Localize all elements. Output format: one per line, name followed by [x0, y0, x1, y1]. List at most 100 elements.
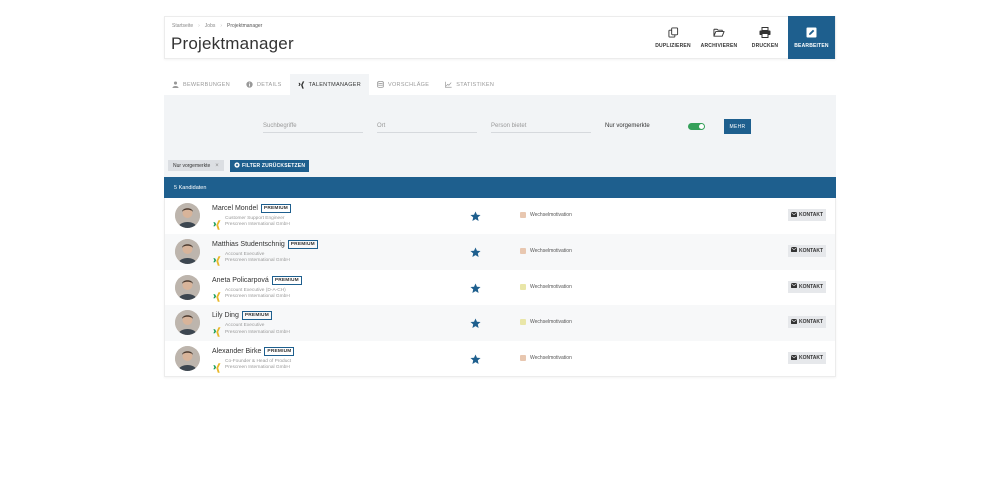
tab-vorschlaege[interactable]: VORSCHLÄGE	[369, 74, 437, 95]
candidate-name[interactable]: Lily Ding	[212, 312, 239, 319]
envelope-icon	[790, 247, 797, 254]
tab-label: STATISTIKEN	[456, 81, 495, 88]
candidate-company: Prescreen International GmbH	[225, 365, 290, 371]
print-label: DRUCKEN	[751, 42, 779, 49]
envelope-icon	[790, 318, 797, 326]
contact-label: KONTAKT	[798, 247, 824, 254]
printer-icon	[759, 27, 771, 39]
xing-logo-icon	[213, 289, 221, 302]
candidate-name-line: Marcel Mondel PREMIUM	[212, 204, 291, 213]
duplicate-button[interactable]: DUPLIZIEREN	[650, 16, 696, 59]
edit-button[interactable]: BEARBEITEN	[788, 16, 835, 59]
candidate-row[interactable]: Matthias Studentschnig PREMIUM Account E…	[165, 233, 835, 270]
candidate-name[interactable]: Matthias Studentschnig	[212, 241, 285, 248]
motivation-label: Wechselmotivation	[530, 283, 572, 290]
xing-logo-icon	[213, 360, 221, 373]
motivation-indicator: Wechselmotivation	[520, 212, 572, 218]
database-icon	[377, 81, 384, 88]
candidate-name[interactable]: Marcel Mondel	[212, 205, 258, 212]
premium-badge: PREMIUM	[287, 239, 318, 249]
breadcrumb-home[interactable]: Startseite	[172, 23, 193, 29]
avatar[interactable]	[175, 346, 200, 372]
tab-label: VORSCHLÄGE	[388, 81, 430, 88]
candidate-company: Prescreen International GmbH	[225, 293, 290, 299]
candidate-row[interactable]: Alexander Birke PREMIUM Co-Founder & Hea…	[165, 341, 835, 377]
archive-label: ARCHIVIEREN	[700, 42, 738, 49]
motivation-square-icon	[520, 355, 526, 362]
tab-statistiken[interactable]: STATISTIKEN	[437, 74, 502, 95]
candidate-meta: Customer Support Engineer Prescreen Inte…	[225, 216, 290, 229]
premium-badge: PREMIUM	[271, 275, 302, 285]
contact-label: KONTAKT	[798, 319, 824, 326]
edit-label: BEARBEITEN	[794, 42, 829, 49]
motivation-square-icon	[520, 212, 526, 218]
motivation-square-icon	[520, 247, 526, 254]
candidate-name-line: Matthias Studentschnig PREMIUM	[212, 239, 318, 249]
candidate-meta: Account Executive Prescreen Internationa…	[225, 252, 290, 265]
contact-label: KONTAKT	[798, 212, 824, 218]
breadcrumb-separator: ›	[198, 23, 200, 29]
candidate-name[interactable]: Aneta Policarpová	[212, 277, 269, 284]
candidate-position: Account Executive (D-A-CH)	[225, 287, 286, 293]
envelope-icon	[790, 354, 797, 362]
chip-remove-icon[interactable]: ×	[215, 163, 219, 169]
breadcrumb-jobs[interactable]: Jobs	[205, 23, 216, 29]
candidate-meta: Account Executive (D-A-CH) Prescreen Int…	[225, 288, 290, 301]
candidate-name[interactable]: Alexander Birke	[212, 348, 261, 355]
envelope-icon	[790, 283, 797, 290]
candidate-name-line: Lily Ding PREMIUM	[212, 311, 272, 321]
avatar[interactable]	[175, 203, 200, 228]
contact-button[interactable]: KONTAKT	[788, 316, 826, 329]
contact-button[interactable]: KONTAKT	[788, 280, 826, 293]
reset-filters-button[interactable]: FILTER ZURÜCKSETZEN	[230, 160, 310, 172]
duplicate-label: DUPLIZIEREN	[655, 42, 691, 49]
premium-badge: PREMIUM	[260, 204, 291, 213]
candidate-row[interactable]: Lily Ding PREMIUM Account Executive Pres…	[165, 305, 835, 342]
person-input[interactable]: Person bietet	[491, 122, 591, 133]
active-filter-chip: Nur vorgemerkte ×	[168, 160, 224, 171]
candidate-meta: Co-Founder & Head of Product Prescreen I…	[225, 359, 291, 372]
contact-label: KONTAKT	[798, 283, 824, 290]
candidate-company: Prescreen International GmbH	[225, 329, 290, 335]
candidate-row[interactable]: Marcel Mondel PREMIUM Customer Support E…	[165, 198, 835, 234]
bookmark-star-icon[interactable]	[470, 281, 481, 293]
print-button[interactable]: DRUCKEN	[742, 16, 788, 59]
reset-icon	[234, 162, 240, 170]
contact-button[interactable]: KONTAKT	[788, 209, 826, 221]
bookmarked-toggle-label: Nur vorgemerkte	[605, 123, 650, 129]
candidate-row[interactable]: Aneta Policarpová PREMIUM Account Execut…	[165, 270, 835, 306]
xing-logo-icon	[213, 253, 221, 266]
avatar[interactable]	[175, 238, 200, 264]
avatar[interactable]	[175, 274, 200, 300]
contact-button[interactable]: KONTAKT	[788, 244, 826, 257]
motivation-indicator: Wechselmotivation	[520, 319, 572, 326]
candidate-name-line: Aneta Policarpová PREMIUM	[212, 275, 302, 285]
archive-button[interactable]: ARCHIVIEREN	[696, 16, 742, 59]
tab-talentmanager[interactable]: TALENTMANAGER	[289, 74, 370, 95]
tab-bar: BEWERBUNGEN DETAILS TALENTMANAGER VORSCH…	[164, 74, 836, 95]
tab-label: DETAILS	[257, 81, 282, 88]
folder-open-icon	[713, 27, 725, 39]
candidate-list: Marcel Mondel PREMIUM Customer Support E…	[164, 198, 836, 377]
more-filters-button[interactable]: MEHR	[724, 119, 751, 134]
candidate-company: Prescreen International GmbH	[225, 258, 290, 264]
bookmark-star-icon[interactable]	[470, 316, 481, 329]
bookmark-star-icon[interactable]	[470, 209, 481, 221]
chip-label: Nur vorgemerkte	[173, 162, 211, 169]
avatar[interactable]	[175, 310, 200, 336]
location-input[interactable]: Ort	[377, 122, 477, 133]
results-count-bar: 5 Kandidaten	[164, 177, 836, 198]
bookmark-star-icon[interactable]	[470, 245, 481, 257]
candidate-company: Prescreen International GmbH	[225, 222, 290, 228]
premium-badge: PREMIUM	[264, 347, 295, 357]
search-input[interactable]: Suchbegriffe	[263, 122, 363, 133]
breadcrumb-separator: ›	[220, 23, 223, 29]
motivation-indicator: Wechselmotivation	[520, 247, 572, 254]
motivation-indicator: Wechselmotivation	[520, 283, 572, 290]
tab-details[interactable]: DETAILS	[238, 74, 290, 95]
contact-label: KONTAKT	[798, 355, 824, 362]
bookmark-star-icon[interactable]	[470, 352, 481, 365]
bookmarked-toggle[interactable]	[688, 123, 705, 130]
tab-bewerbungen[interactable]: BEWERBUNGEN	[164, 74, 238, 95]
contact-button[interactable]: KONTAKT	[788, 352, 826, 365]
